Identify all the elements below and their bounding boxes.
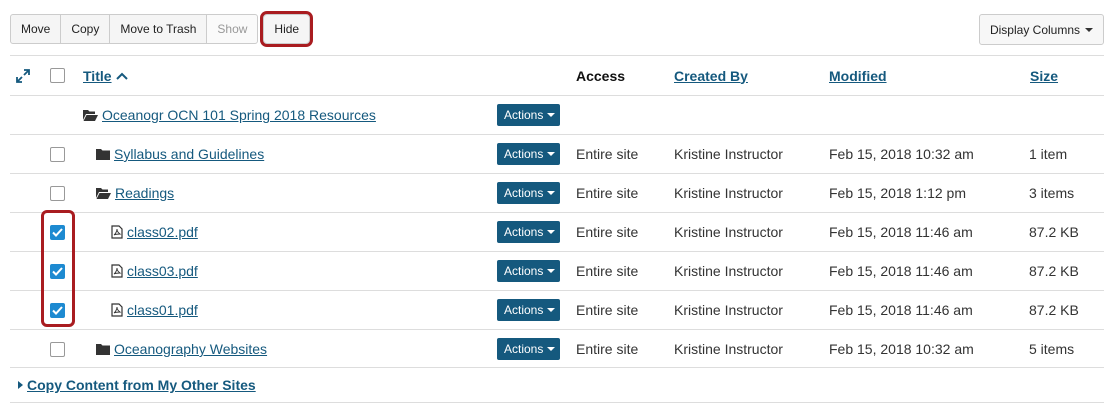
size-value: 87.2 KB [1029, 224, 1079, 240]
hide-button[interactable]: Hide [263, 14, 311, 44]
folder-open-icon [83, 109, 98, 121]
created-by-value: Kristine Instructor [674, 185, 783, 201]
table-row: Syllabus and Guidelines Actions Entire sit… [10, 134, 1104, 173]
item-title-link[interactable]: Oceanogr OCN 101 Spring 2018 Resources [102, 107, 376, 123]
chevron-down-icon [547, 347, 556, 351]
caret-right-icon [18, 381, 23, 389]
modified-value: Feb 15, 2018 10:32 am [829, 341, 974, 357]
created-by-value: Kristine Instructor [674, 263, 783, 279]
move-button[interactable]: Move [10, 14, 62, 44]
actions-dropdown-button[interactable]: Actions [497, 182, 560, 204]
actions-dropdown-button[interactable]: Actions [497, 104, 560, 126]
actions-dropdown-button[interactable]: Actions [497, 260, 560, 282]
folder-icon [96, 148, 110, 160]
modified-column-header[interactable]: Modified [829, 68, 887, 84]
row-checkbox[interactable] [50, 185, 65, 201]
display-columns-button[interactable]: Display Columns [978, 14, 1104, 45]
table-row: Readings Actions Entire site Kristine Instr… [10, 173, 1104, 212]
expand-all-icon[interactable] [16, 56, 30, 95]
access-value: Entire site [576, 341, 639, 357]
actions-dropdown-button[interactable]: Actions [497, 221, 560, 243]
access-value: Entire site [576, 302, 639, 318]
table-row: class01.pdf Actions Entire site Kristine In… [10, 290, 1104, 329]
item-title-link[interactable]: class02.pdf [127, 224, 198, 240]
created-by-value: Kristine Instructor [674, 146, 783, 162]
actions-label: Actions [504, 108, 544, 122]
item-title-link[interactable]: class01.pdf [127, 302, 198, 318]
folder-icon [96, 343, 110, 355]
selected-checkboxes-highlight [41, 210, 75, 327]
actions-dropdown-button[interactable]: Actions [497, 143, 560, 165]
modified-value: Feb 15, 2018 11:46 am [829, 263, 973, 279]
display-columns-label: Display Columns [989, 22, 1080, 37]
show-button[interactable]: Show [206, 14, 259, 44]
item-title-link[interactable]: Readings [115, 185, 174, 201]
access-value: Entire site [576, 224, 639, 240]
folder-open-icon [96, 187, 111, 199]
actions-label: Actions [504, 264, 544, 278]
chevron-down-icon [547, 308, 556, 312]
modified-value: Feb 15, 2018 11:46 am [829, 302, 973, 318]
table-header-row: Title Access Created By Modified Size [10, 55, 1104, 95]
item-title-link[interactable]: Oceanography Websites [114, 341, 267, 357]
item-title-link[interactable]: Syllabus and Guidelines [114, 146, 264, 162]
item-title-link[interactable]: class03.pdf [127, 263, 198, 279]
title-header-label: Title [83, 67, 112, 84]
chevron-down-icon [547, 191, 556, 195]
modified-value: Feb 15, 2018 11:46 am [829, 224, 973, 240]
actions-dropdown-button[interactable]: Actions [497, 338, 560, 360]
chevron-down-icon [547, 152, 556, 156]
row-checkbox[interactable] [50, 146, 65, 162]
table-row: Oceanogr OCN 101 Spring 2018 Resources Ac… [10, 95, 1104, 134]
modified-value: Feb 15, 2018 1:12 pm [829, 185, 966, 201]
created-by-value: Kristine Instructor [674, 341, 783, 357]
sort-ascending-icon [115, 72, 128, 80]
table-row: class02.pdf Actions Entire site Kristine In… [10, 212, 1104, 251]
created-by-value: Kristine Instructor [674, 224, 783, 240]
size-value: 87.2 KB [1029, 302, 1079, 318]
title-column-header[interactable]: Title [83, 56, 128, 95]
select-all-checkbox[interactable] [50, 68, 65, 83]
chevron-down-icon [1085, 27, 1093, 32]
created-by-column-header[interactable]: Created By [674, 68, 748, 84]
chevron-down-icon [547, 269, 556, 273]
resource-toolbar: Move Copy Move to Trash Show Hide [10, 14, 311, 44]
size-value: 1 item [1029, 146, 1068, 162]
pdf-file-icon [111, 303, 123, 317]
actions-label: Actions [504, 303, 544, 317]
size-value: 3 items [1029, 185, 1075, 201]
table-row: class03.pdf Actions Entire site Kristine In… [10, 251, 1104, 290]
copy-content-link[interactable]: Copy Content from My Other Sites [27, 377, 256, 393]
table-row: Oceanography Websites Actions Entire site K… [10, 329, 1104, 368]
size-column-header[interactable]: Size [1030, 68, 1058, 84]
move-to-trash-button[interactable]: Move to Trash [109, 14, 208, 44]
pdf-file-icon [111, 225, 123, 239]
size-value: 5 items [1029, 341, 1075, 357]
actions-label: Actions [504, 147, 544, 161]
pdf-file-icon [111, 264, 123, 278]
access-value: Entire site [576, 263, 639, 279]
actions-label: Actions [504, 342, 544, 356]
created-by-value: Kristine Instructor [674, 302, 783, 318]
actions-dropdown-button[interactable]: Actions [497, 299, 560, 321]
access-value: Entire site [576, 185, 639, 201]
access-value: Entire site [576, 146, 639, 162]
row-checkbox[interactable] [50, 341, 65, 357]
actions-label: Actions [504, 225, 544, 239]
copy-content-row: Copy Content from My Other Sites [10, 367, 1104, 403]
access-column-header: Access [576, 67, 626, 84]
actions-label: Actions [504, 186, 544, 200]
chevron-down-icon [547, 230, 556, 234]
copy-button[interactable]: Copy [60, 14, 111, 44]
size-value: 87.2 KB [1029, 263, 1079, 279]
modified-value: Feb 15, 2018 10:32 am [829, 146, 974, 162]
chevron-down-icon [547, 113, 556, 117]
